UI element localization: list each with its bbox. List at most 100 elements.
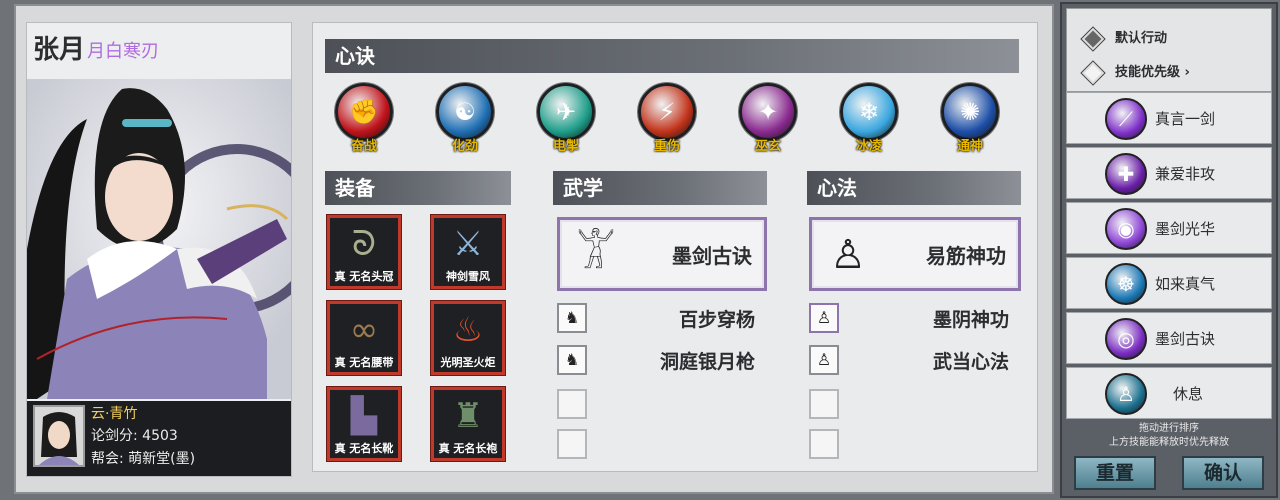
xinjue-skill-label: 通神 xyxy=(956,139,983,154)
priority-item-5[interactable]: ◎ 墨剑古诀 xyxy=(1066,312,1272,364)
priority-item-label: 真言一剑 xyxy=(1155,110,1216,128)
equip-caption: 真 无名长靴 xyxy=(334,442,394,455)
purple-blade-icon: ⟋ xyxy=(1105,98,1147,140)
purple-swirl-icon: ◎ xyxy=(1105,318,1147,360)
xinfa-header: 心法 xyxy=(807,171,1021,205)
priority-item-label: 休息 xyxy=(1173,385,1204,403)
spear-figure-icon: ♞ xyxy=(564,350,580,369)
avatar[interactable] xyxy=(33,405,85,467)
priority-item-4[interactable]: ☸ 如来真气 xyxy=(1066,257,1272,309)
priority-hint-line-1: 拖动进行排序 xyxy=(1139,423,1199,434)
wuxue-empty-slot-2[interactable] xyxy=(557,429,587,459)
purple-orb-icon: ◉ xyxy=(1105,208,1147,250)
skill-priority-label: 技能优先级 xyxy=(1115,65,1181,80)
xinfa-sub-label-2: 武当心法 xyxy=(932,351,1009,373)
wuxue-sub-label-2: 洞庭银月枪 xyxy=(659,351,755,373)
lunge-figure-icon: ♞ xyxy=(564,308,580,327)
equip-caption: 神剑雪风 xyxy=(446,270,490,283)
character-portrait xyxy=(27,79,291,399)
confirm-button[interactable]: 确认 xyxy=(1182,456,1264,490)
priority-hint: 拖动进行排序 上方技能能释放时优先释放 xyxy=(1066,422,1272,450)
equip-slot-robe[interactable]: ♜ 真 无名长袍 xyxy=(430,386,506,462)
equip-caption: 光明圣火炬 xyxy=(440,356,496,369)
robe-icon: ♜ xyxy=(452,396,484,436)
wuxue-main-slot[interactable]: 𓀠 墨剑古诀 xyxy=(557,217,767,291)
torch-icon: ♨ xyxy=(452,310,484,350)
xinjue-skill-label: 电掣 xyxy=(552,139,579,154)
dagger-icon: ✦ xyxy=(739,83,797,141)
priority-options: 默认行动 技能优先级 › xyxy=(1066,8,1272,92)
equip-slot-weapon[interactable]: ⚔ 神剑雪风 xyxy=(430,214,506,290)
xinjue-skill-7[interactable]: ✺ 通神 xyxy=(939,83,1001,154)
ice-shard-icon: ❄ xyxy=(840,83,898,141)
spirit-icon: ✺ xyxy=(941,83,999,141)
wuxue-sub-slot-2[interactable]: ♞ xyxy=(557,345,587,375)
reset-button[interactable]: 重置 xyxy=(1074,456,1156,490)
xinfa-sub-slot-1[interactable]: ♙ xyxy=(809,303,839,333)
character-panel: 张月 月白寒刃 云·青竹 论剑分: 4503 帮会: 萌新堂(墨) xyxy=(26,22,292,477)
player-score: 论剑分: 4503 xyxy=(91,428,178,444)
sword-icon: ⚔ xyxy=(452,224,484,264)
priority-item-1[interactable]: ⟋ 真言一剑 xyxy=(1066,92,1272,144)
priority-item-2[interactable]: ✚ 兼爱非攻 xyxy=(1066,147,1272,199)
priority-panel: 默认行动 技能优先级 › ⟋ 真言一剑 ✚ 兼爱非攻 ◉ 墨剑光华 ☸ 如来真气 ◎ 墨剑古诀 ♙ 休… xyxy=(1060,2,1278,498)
xinjue-skill-1[interactable]: ✊ 奋战 xyxy=(333,83,395,154)
chevron-right-icon: › xyxy=(1184,65,1190,80)
equipment-header: 装备 xyxy=(325,171,511,205)
boot-icon: ✈ xyxy=(537,83,595,141)
xinjue-skill-label: 化劲 xyxy=(451,139,478,154)
xinjue-skill-3[interactable]: ✈ 电掣 xyxy=(535,83,597,154)
xinfa-sub-label-1: 墨阴神功 xyxy=(932,309,1009,331)
wuxue-main-label: 墨剑古诀 xyxy=(672,244,752,268)
monk-icon: ☸ xyxy=(1105,263,1147,305)
priority-item-label: 墨剑古诀 xyxy=(1155,330,1216,348)
character-name: 张月 xyxy=(33,35,86,65)
wuxue-empty-slot-1[interactable] xyxy=(557,389,587,419)
meditate-icon: ♙ xyxy=(1105,373,1147,415)
checkbox-checked-icon xyxy=(1080,59,1106,86)
equip-slot-torch[interactable]: ♨ 光明圣火炬 xyxy=(430,300,506,376)
seated-figure-icon: ♙ xyxy=(816,350,832,369)
skill-priority-option[interactable]: 技能优先级 › xyxy=(1080,59,1190,86)
player-name: 云·青竹 xyxy=(91,406,138,422)
wuxue-header: 武学 xyxy=(553,171,767,205)
loadout-panel: 心诀 ✊ 奋战 ☯ 化劲 ✈ 电掣 ⚡ 重伤 ✦ 巫玄 ❄ 冰凌 ✺ 通神 装备 武学 心法 ᘐ 真 无名… xyxy=(312,22,1038,472)
priority-item-3[interactable]: ◉ 墨剑光华 xyxy=(1066,202,1272,254)
equip-caption: 真 无名头冠 xyxy=(334,270,394,283)
xinfa-empty-slot-2[interactable] xyxy=(809,429,839,459)
equip-slot-belt[interactable]: ∞ 真 无名腰带 xyxy=(326,300,402,376)
xinfa-main-slot[interactable]: ♙ 易筋神功 xyxy=(809,217,1021,291)
wuxue-sub-label-1: 百步穿杨 xyxy=(678,309,755,331)
xinfa-main-label: 易筋神功 xyxy=(926,244,1006,268)
purple-sword-icon: ✚ xyxy=(1105,153,1147,195)
boots-icon: ▙ xyxy=(350,396,378,436)
priority-hint-line-2: 上方技能能释放时优先释放 xyxy=(1109,437,1229,448)
xinjue-skill-label: 奋战 xyxy=(350,139,377,154)
equip-slot-head[interactable]: ᘐ 真 无名头冠 xyxy=(326,214,402,290)
xinjue-skill-5[interactable]: ✦ 巫玄 xyxy=(737,83,799,154)
xinjue-skill-6[interactable]: ❄ 冰凌 xyxy=(838,83,900,154)
diamond-icon xyxy=(1080,25,1106,52)
xinjue-header: 心诀 xyxy=(325,39,1019,73)
belt-icon: ∞ xyxy=(349,310,379,350)
equip-caption: 真 无名腰带 xyxy=(334,356,394,369)
xinfa-sub-slot-2[interactable]: ♙ xyxy=(809,345,839,375)
character-title: 月白寒刃 xyxy=(87,41,159,62)
player-info-bar: 云·青竹 论剑分: 4503 帮会: 萌新堂(墨) xyxy=(27,401,291,476)
wuxue-sub-slot-1[interactable]: ♞ xyxy=(557,303,587,333)
equip-slot-boots[interactable]: ▙ 真 无名长靴 xyxy=(326,386,402,462)
xinjue-skill-label: 重伤 xyxy=(653,139,680,154)
priority-item-6[interactable]: ♙ 休息 xyxy=(1066,367,1272,419)
xinjue-skill-2[interactable]: ☯ 化劲 xyxy=(434,83,496,154)
default-action-option[interactable]: 默认行动 xyxy=(1080,25,1167,52)
fist-icon: ✊ xyxy=(335,83,393,141)
headband-icon: ᘐ xyxy=(352,224,376,264)
player-guild: 帮会: 萌新堂(墨) xyxy=(91,451,196,467)
priority-item-label: 墨剑光华 xyxy=(1155,220,1216,238)
xinfa-empty-slot-1[interactable] xyxy=(809,389,839,419)
equip-caption: 真 无名长袍 xyxy=(438,442,498,455)
swordsman-figure-icon: 𓀠 xyxy=(576,232,616,278)
whirl-figure-icon: ☯ xyxy=(436,83,494,141)
xinjue-skill-4[interactable]: ⚡ 重伤 xyxy=(636,83,698,154)
priority-item-label: 如来真气 xyxy=(1155,275,1216,293)
